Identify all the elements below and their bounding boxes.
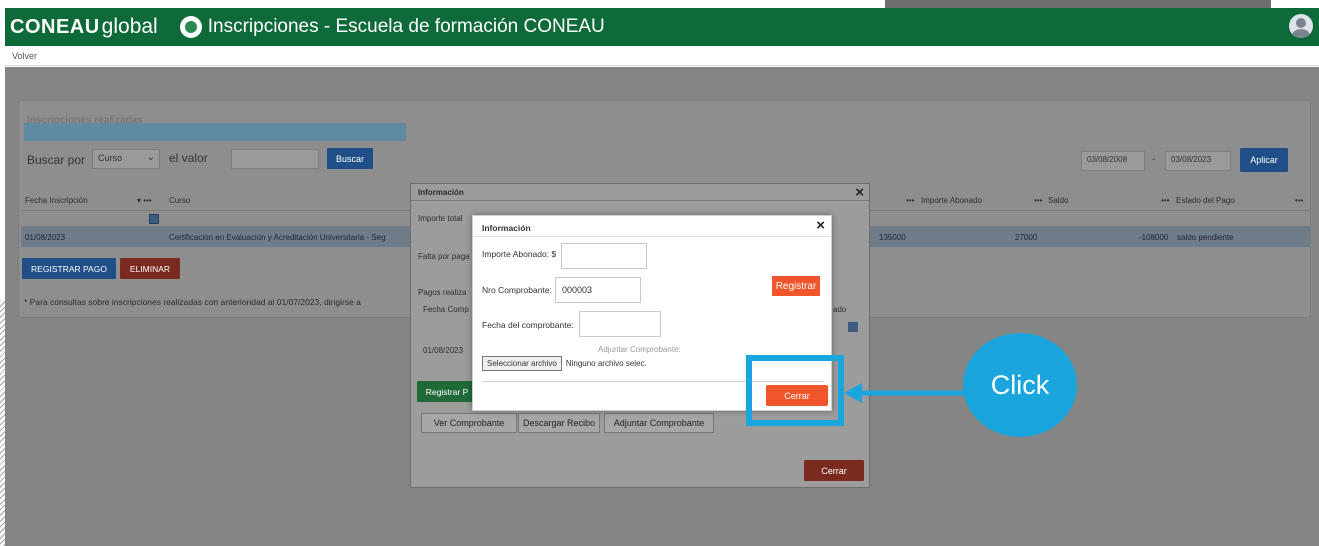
- apply-button[interactable]: Aplicar: [1240, 148, 1288, 172]
- column-menu-icon[interactable]: •••: [1034, 196, 1042, 205]
- click-callout: Click: [963, 333, 1077, 437]
- view-receipt-button[interactable]: Ver Comprobante: [421, 413, 517, 433]
- cell-importe-total: 135000: [879, 233, 906, 242]
- payment-row-fecha: 01/08/2023: [423, 346, 464, 355]
- date-to-input[interactable]: 03/08/2023: [1165, 151, 1231, 171]
- date-from-input[interactable]: 03/08/2008: [1081, 151, 1145, 171]
- chevron-down-icon: ⌄: [146, 152, 155, 163]
- column-fecha-comprobante: Fecha Comp: [423, 305, 469, 314]
- search-value-input[interactable]: [231, 149, 319, 169]
- select-file-button[interactable]: Seleccionar archivo: [482, 356, 562, 371]
- filter-dropdown-icon[interactable]: [149, 214, 159, 224]
- dialog-back-title: Información: [418, 188, 464, 197]
- column-estado: ado: [833, 305, 847, 314]
- brand-bold: CONEAU: [10, 16, 100, 38]
- importe-abonado-label: Importe Abonado: $: [482, 249, 557, 259]
- cell-estado: saldo pendiente: [1177, 233, 1234, 242]
- sort-menu-icon[interactable]: ▾ •••: [137, 196, 152, 205]
- close-button[interactable]: Cerrar: [804, 460, 864, 481]
- panel-title-bar: [24, 123, 406, 141]
- search-button[interactable]: Buscar: [327, 148, 373, 169]
- cell-importe-abonado: 27000: [1015, 233, 1038, 242]
- falta-pagar-label: Falta por paga: [418, 252, 470, 261]
- column-estado-pago[interactable]: Estado del Pago: [1176, 196, 1235, 205]
- attach-receipt-button[interactable]: Adjuntar Comprobante: [604, 413, 714, 433]
- top-gray-strip: [885, 0, 1271, 8]
- search-field-value: Curso: [98, 153, 123, 163]
- app-title: Inscripciones - Escuela de formación CON…: [207, 16, 605, 37]
- close-icon[interactable]: ×: [855, 185, 864, 200]
- fecha-comprobante-input[interactable]: [579, 311, 661, 337]
- register-button[interactable]: Registrar: [772, 276, 820, 296]
- column-fecha-inscripcion[interactable]: Fecha Inscripción: [25, 196, 88, 205]
- file-status: Ninguno archivo selec.: [565, 359, 647, 368]
- delete-button[interactable]: ELIMINAR: [120, 258, 180, 279]
- pagos-label: Pagos realiza: [418, 288, 467, 297]
- sub-navbar: Volver: [5, 46, 1319, 66]
- cell-fecha: 01/08/2023: [25, 233, 66, 242]
- cell-curso: Certificación en Evaluación y Acreditaci…: [169, 233, 386, 242]
- nro-comprobante-input[interactable]: 000003: [555, 277, 641, 303]
- register-payment-button[interactable]: REGISTRAR PAGO: [22, 258, 116, 279]
- date-separator: -: [1152, 154, 1156, 165]
- dialog-front-header: Información ×: [473, 216, 831, 237]
- info-note: * Para consultas sobre inscripciones rea…: [24, 297, 361, 307]
- importe-abonado-input[interactable]: [561, 243, 647, 269]
- arrow-icon: [844, 383, 969, 403]
- user-avatar-icon[interactable]: [1289, 14, 1313, 38]
- highlight-box: [746, 355, 844, 426]
- app-logo-icon: [179, 16, 202, 38]
- brand-light: global: [101, 15, 158, 38]
- value-label: el valor: [169, 151, 208, 165]
- column-menu-icon[interactable]: •••: [906, 196, 914, 205]
- column-menu-icon[interactable]: •••: [1295, 196, 1303, 205]
- app-header: CONEAU global Inscripciones - Escuela de…: [5, 8, 1319, 46]
- nro-comprobante-label: Nro Comprobante:: [482, 285, 552, 295]
- download-receipt-button[interactable]: Descargar Recibo: [518, 413, 600, 433]
- column-menu-icon[interactable]: •••: [1161, 196, 1169, 205]
- fecha-comprobante-label: Fecha del comprobante:: [482, 320, 574, 330]
- dialog-front-title: Información: [482, 223, 531, 233]
- search-field-select[interactable]: Curso ⌄: [92, 149, 160, 169]
- column-curso[interactable]: Curso: [169, 196, 190, 205]
- attach-receipt-label: Adjuntar Comprobante:: [598, 345, 681, 354]
- search-by-label: Buscar por: [27, 153, 86, 167]
- column-saldo[interactable]: Saldo: [1048, 196, 1068, 205]
- register-payment-dialog-button[interactable]: Registrar P: [417, 381, 477, 402]
- importe-total-label: Importe total: [418, 214, 463, 223]
- back-link[interactable]: Volver: [12, 51, 37, 61]
- close-icon[interactable]: ×: [816, 218, 825, 233]
- filter-dropdown-icon[interactable]: [848, 322, 858, 332]
- file-picker: Seleccionar archivo Ninguno archivo sele…: [482, 356, 647, 371]
- cell-saldo: -108000: [1139, 233, 1169, 242]
- brand-logo[interactable]: CONEAU global: [10, 15, 158, 39]
- dialog-back-header: Información ×: [411, 184, 869, 201]
- column-importe-abonado[interactable]: Importe Abonado: [921, 196, 982, 205]
